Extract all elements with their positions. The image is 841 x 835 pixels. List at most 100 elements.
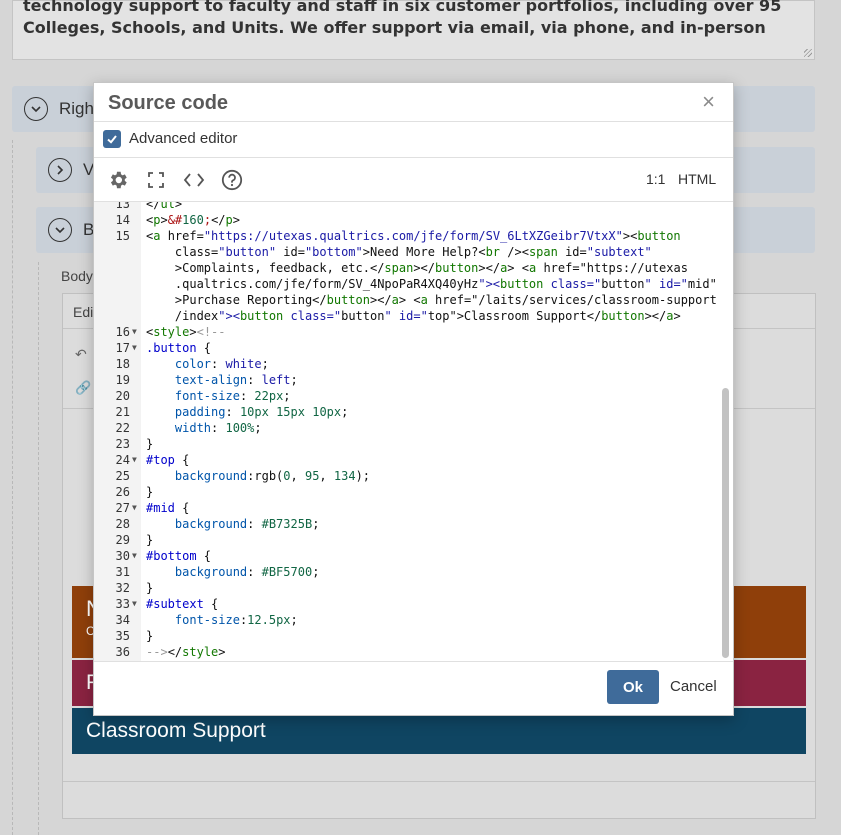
source-code-dialog: Source code × Advanced editor 1:1 HTML 1… <box>93 82 734 716</box>
code-line: 35} <box>94 628 719 644</box>
code-lines: 13 </ul> 14 <p>&#160;</p> 15 <a href="https:/… <box>94 201 719 660</box>
code-text: #bottom { <box>146 549 212 563</box>
undo-icon[interactable]: ↶ <box>75 346 87 363</box>
scrollbar[interactable] <box>722 388 729 658</box>
code-text: #subtext { <box>146 597 219 611</box>
line-number: 30 <box>115 549 130 563</box>
line-number: 24 <box>115 453 130 467</box>
code-line: 32} <box>94 580 719 596</box>
dialog-footer: Ok Cancel <box>94 659 733 715</box>
code-text: } <box>146 437 154 451</box>
code-text: </ul> <box>146 201 183 211</box>
code-line: /index"><button class="button" id="top">… <box>94 308 719 324</box>
accordion-label: Righ <box>59 99 94 118</box>
background-textarea: technology support to faculty and staff … <box>12 0 815 60</box>
chevron-down-icon <box>48 218 72 242</box>
code-toolbar: 1:1 HTML <box>94 158 733 201</box>
advanced-editor-row: Advanced editor <box>94 121 733 158</box>
fold-arrow-icon[interactable]: ▼ <box>132 548 137 564</box>
resize-grip[interactable] <box>804 49 812 57</box>
code-text: background: #BF5700; <box>174 565 320 579</box>
fullscreen-icon[interactable] <box>145 169 167 191</box>
code-line: 15 <a href="https://utexas.qualtrics.com/… <box>94 228 719 244</box>
code-editor[interactable]: 13 </ul> 14 <p>&#160;</p> 15 <a href="https:/… <box>94 201 733 662</box>
line-number: 16 <box>115 325 130 339</box>
chevron-down-icon <box>24 97 48 121</box>
dialog-header: Source code × <box>94 83 733 122</box>
fold-arrow-icon[interactable]: ▼ <box>132 500 137 516</box>
line-number: 22 <box>115 421 130 435</box>
code-text: <a href="https://utexas.qualtrics.com/jf… <box>146 229 681 243</box>
code-text: --></style> <box>146 645 226 659</box>
fold-arrow-icon[interactable]: ▼ <box>132 596 137 612</box>
advanced-editor-checkbox[interactable] <box>103 130 121 148</box>
line-number: 32 <box>115 581 130 595</box>
editor-label: Edi <box>73 304 94 320</box>
mode-label[interactable]: HTML <box>678 171 716 187</box>
line-number: 21 <box>115 405 130 419</box>
fold-arrow-icon[interactable]: ▼ <box>132 340 137 356</box>
fold-arrow-icon[interactable]: ▼ <box>132 452 137 468</box>
fold-arrow-icon[interactable]: ▼ <box>132 324 137 340</box>
line-number: 25 <box>115 469 130 483</box>
help-icon[interactable] <box>221 169 243 191</box>
code-line: 23} <box>94 436 719 452</box>
code-line: 19 text-align: left; <box>94 372 719 388</box>
code-line: 26} <box>94 484 719 500</box>
code-text: background:rgb(0, 95, 134); <box>174 469 371 483</box>
code-text: class="button" id="bottom">Need More Hel… <box>146 245 652 259</box>
code-line: 29} <box>94 532 719 548</box>
close-icon[interactable]: × <box>702 91 715 113</box>
code-text: color: white; <box>174 357 269 371</box>
body-label: Body <box>61 268 93 284</box>
line-number: 31 <box>115 565 130 579</box>
code-text: width: 100%; <box>174 421 262 435</box>
line-number: 18 <box>115 357 130 371</box>
line-number: 13 <box>115 201 130 211</box>
line-number: 28 <box>115 517 130 531</box>
code-text: font-size:12.5px; <box>174 613 298 627</box>
code-line: 28 background: #B7325B; <box>94 516 719 532</box>
line-number: 20 <box>115 389 130 403</box>
zoom-ratio[interactable]: 1:1 <box>646 171 665 187</box>
gear-icon[interactable] <box>107 169 129 191</box>
code-text: .qualtrics.com/jfe/form/SV_4NpoPaR4XQ40y… <box>146 277 717 291</box>
line-number: 34 <box>115 613 130 627</box>
code-line: 13 </ul> <box>94 201 719 212</box>
divider <box>12 140 13 835</box>
code-line: .qualtrics.com/jfe/form/SV_4NpoPaR4XQ40y… <box>94 276 719 292</box>
checkmark-icon <box>107 135 117 144</box>
code-line: 20 font-size: 22px; <box>94 388 719 404</box>
code-text: #mid { <box>146 501 190 515</box>
code-text: .button { <box>146 341 212 355</box>
code-line: 22 width: 100%; <box>94 420 719 436</box>
code-line: 17 ▼ .button { <box>94 340 719 356</box>
code-line: 16 ▼ <style><!-- <box>94 324 719 340</box>
ok-button[interactable]: Ok <box>607 670 659 704</box>
line-number: 19 <box>115 373 130 387</box>
code-line: 27 ▼ #mid { <box>94 500 719 516</box>
advanced-editor-label[interactable]: Advanced editor <box>129 130 237 147</box>
line-number: 17 <box>115 341 130 355</box>
cancel-button[interactable]: Cancel <box>670 678 717 695</box>
code-line: 24 ▼ #top { <box>94 452 719 468</box>
code-text: >Purchase Reporting</button></a> <a href… <box>146 293 717 307</box>
code-text: <style><!-- <box>146 325 226 339</box>
code-line: class="button" id="bottom">Need More Hel… <box>94 244 719 260</box>
code-line: 33 ▼ #subtext { <box>94 596 719 612</box>
link-icon[interactable]: 🔗 <box>75 380 91 396</box>
code-line: 31 background: #BF5700; <box>94 564 719 580</box>
code-line: >Complaints, feedback, etc.</span></butt… <box>94 260 719 276</box>
code-text: background: #B7325B; <box>174 517 320 531</box>
line-number: 33 <box>115 597 130 611</box>
code-icon[interactable] <box>183 169 205 191</box>
code-text: } <box>146 533 154 547</box>
code-text: font-size: 22px; <box>174 389 291 403</box>
code-text: } <box>146 485 154 499</box>
code-text: } <box>146 629 154 643</box>
line-number: 23 <box>115 437 130 451</box>
code-line: 30 ▼ #bottom { <box>94 548 719 564</box>
line-number: 35 <box>115 629 130 643</box>
chevron-right-icon <box>48 158 72 182</box>
code-line: 34 font-size:12.5px; <box>94 612 719 628</box>
